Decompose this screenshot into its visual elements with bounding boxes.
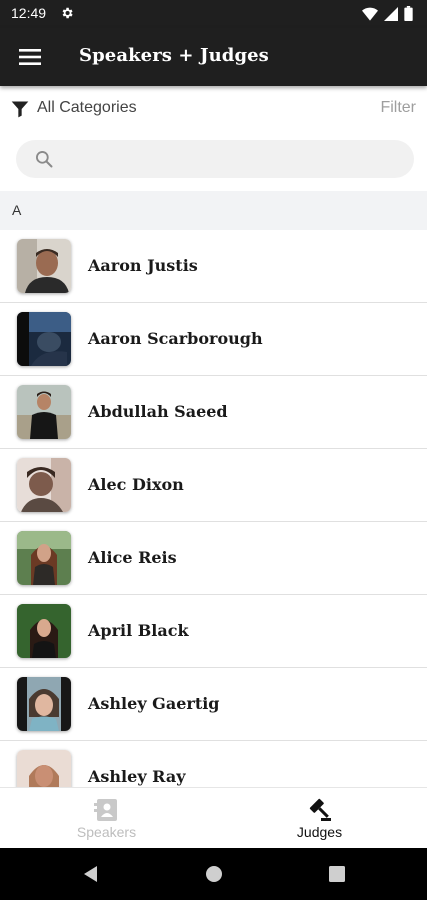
speaker-name: Alice Reis (88, 548, 177, 567)
search-bar[interactable] (16, 140, 414, 178)
funnel-icon[interactable] (10, 99, 30, 119)
list-item[interactable]: Aaron Scarborough (0, 303, 427, 376)
search-icon (36, 151, 53, 168)
list-item[interactable]: Aaron Justis (0, 230, 427, 303)
status-icons (362, 6, 413, 21)
speaker-photo (17, 239, 71, 293)
speaker-name: Aaron Justis (88, 256, 198, 275)
list-item[interactable]: April Black (0, 595, 427, 668)
filter-button[interactable]: Filter (380, 99, 416, 117)
list-item[interactable]: Ashley Ray (0, 741, 427, 787)
tab-judges[interactable]: Judges (213, 788, 426, 849)
speaker-name: Ashley Gaertig (88, 694, 220, 713)
status-time: 12:49 (11, 5, 47, 21)
page-title: Speakers + Judges (79, 45, 269, 66)
speaker-name: Abdullah Saeed (88, 402, 228, 421)
tab-speakers[interactable]: Speakers (0, 788, 213, 849)
speaker-photo (17, 677, 71, 731)
speaker-photo (17, 458, 71, 512)
speaker-name: Ashley Ray (88, 767, 186, 786)
tab-judges-label: Judges (296, 824, 343, 840)
speaker-photo (17, 604, 71, 658)
section-header: A (0, 191, 427, 230)
recents-icon[interactable] (327, 864, 347, 884)
list-item[interactable]: Alice Reis (0, 522, 427, 595)
list-item[interactable]: Ashley Gaertig (0, 668, 427, 741)
gavel-icon (309, 798, 331, 821)
bottom-nav: Speakers Judges (0, 787, 427, 848)
contact-card-icon (93, 799, 117, 821)
speaker-photo (17, 385, 71, 439)
speaker-photo (17, 312, 71, 366)
avatar (17, 239, 71, 293)
speaker-name: Aaron Scarborough (88, 329, 263, 348)
home-icon[interactable] (204, 864, 224, 884)
status-bar: 12:49 (0, 0, 427, 28)
menu-button[interactable] (12, 40, 48, 74)
speaker-name: April Black (88, 621, 189, 640)
category-selector[interactable]: All Categories (37, 99, 137, 117)
filter-row: All Categories Filter (0, 86, 427, 132)
app-bar: Speakers + Judges (0, 28, 427, 86)
avatar (17, 604, 71, 658)
battery-icon (404, 6, 413, 21)
avatar (17, 677, 71, 731)
avatar (17, 458, 71, 512)
speaker-name: Alec Dixon (88, 475, 184, 494)
speaker-list: Aaron Justis Aaron Scarborough Abdullah (0, 230, 427, 787)
list-item[interactable]: Abdullah Saeed (0, 376, 427, 449)
list-item[interactable]: Alec Dixon (0, 449, 427, 522)
avatar (17, 312, 71, 366)
speaker-photo (17, 531, 71, 585)
section-letter: A (12, 202, 22, 218)
hamburger-menu-icon (19, 49, 41, 65)
signal-icon (384, 6, 398, 21)
tab-speakers-label: Speakers (76, 824, 137, 840)
avatar (17, 750, 71, 787)
avatar (17, 385, 71, 439)
avatar (17, 531, 71, 585)
system-nav-bar (0, 848, 427, 900)
back-icon[interactable] (81, 864, 101, 884)
speaker-photo (17, 750, 71, 787)
wifi-icon (362, 7, 378, 21)
search-input[interactable] (62, 140, 402, 178)
gear-icon (62, 7, 73, 19)
